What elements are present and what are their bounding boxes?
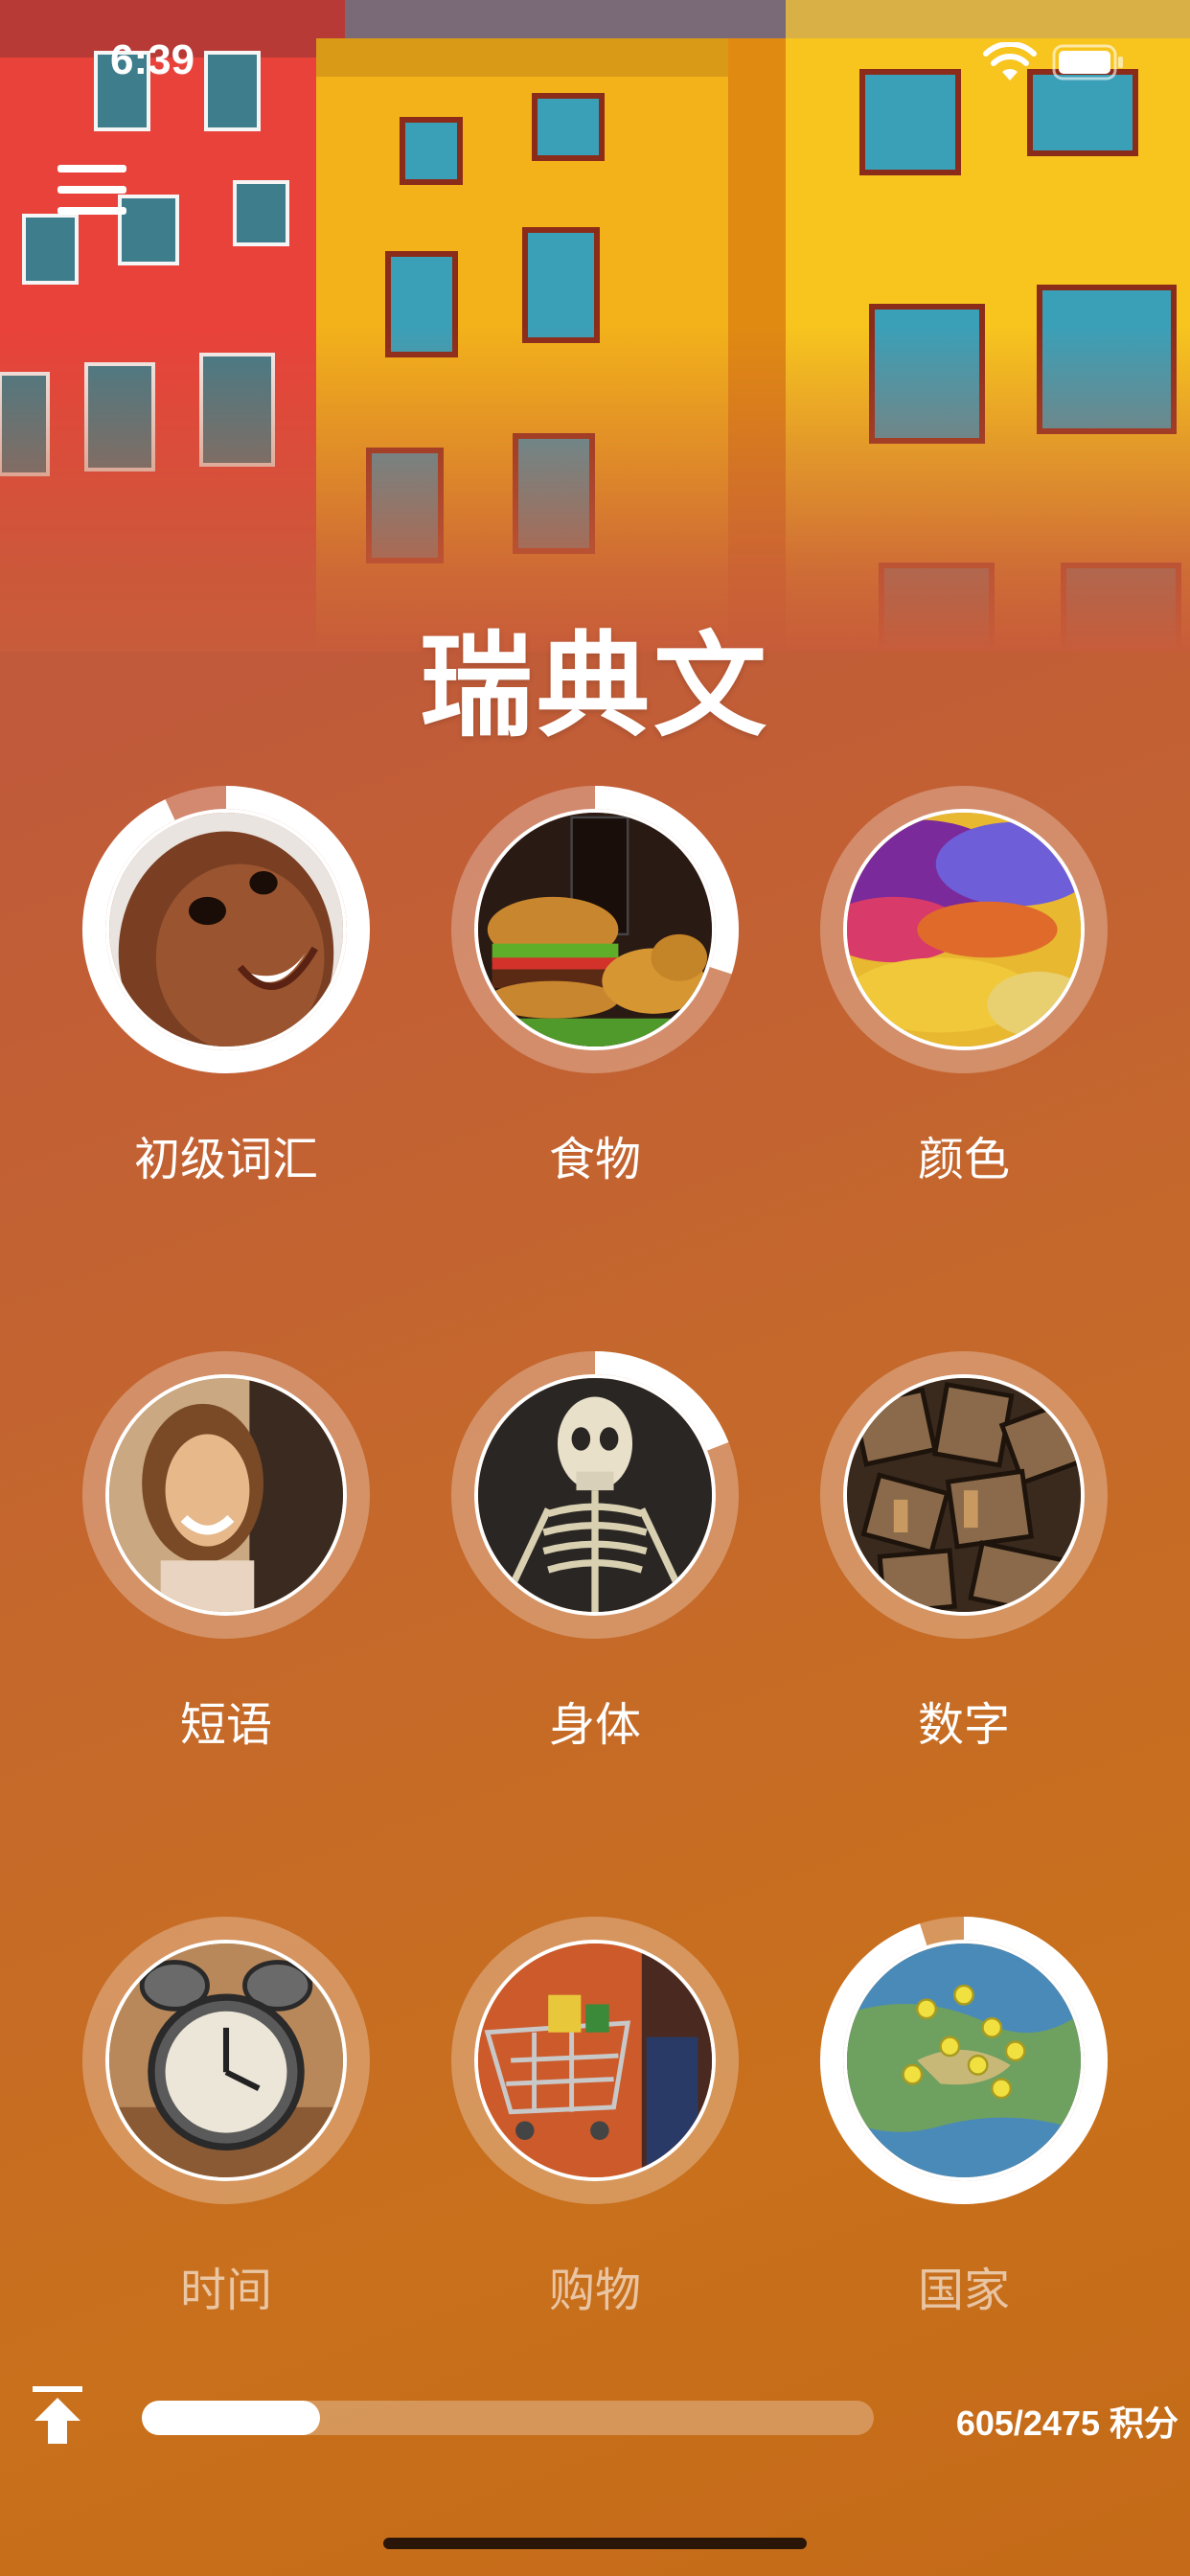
- topic-label: 数字: [917, 1698, 1010, 1752]
- topic-time[interactable]: 时间: [41, 1917, 411, 2415]
- topic-label: 购物: [548, 2264, 641, 2317]
- baby-face-photo-icon: [105, 809, 347, 1050]
- topic-body[interactable]: 身体: [410, 1351, 780, 1850]
- status-bar: 6:39: [0, 0, 1190, 125]
- overall-progress-fill: [142, 2401, 321, 2435]
- topic-label: 食物: [548, 1133, 641, 1186]
- topic-countries[interactable]: 国家: [779, 1917, 1149, 2415]
- battery-icon: [1052, 44, 1123, 80]
- topic-label: 短语: [179, 1698, 272, 1752]
- points-counter: 605/2475 积分: [955, 2404, 1179, 2443]
- topic-label: 身体: [548, 1698, 641, 1752]
- topic-phrases[interactable]: 短语: [41, 1351, 411, 1850]
- page-title: 瑞典文: [419, 620, 770, 752]
- burger-food-photo-icon: [474, 809, 716, 1050]
- topic-basics[interactable]: 初级词汇: [41, 786, 411, 1284]
- topic-label: 国家: [917, 2264, 1010, 2317]
- alarm-clock-photo-icon: [105, 1940, 347, 2181]
- wooden-numbers-photo-icon: [843, 1374, 1085, 1616]
- topic-colors[interactable]: 颜色: [779, 786, 1149, 1284]
- topic-label: 颜色: [917, 1133, 1010, 1186]
- topic-label: 时间: [179, 2264, 272, 2317]
- topic-food[interactable]: 食物: [410, 786, 780, 1284]
- skeleton-photo-icon: [474, 1374, 716, 1616]
- map-pins-photo-icon: [843, 1940, 1085, 2181]
- smiling-woman-photo-icon: [105, 1374, 347, 1616]
- menu-icon[interactable]: [54, 161, 130, 218]
- color-powder-photo-icon: [843, 809, 1085, 1050]
- shopping-cart-photo-icon: [474, 1940, 716, 2181]
- wifi-icon: [983, 42, 1037, 80]
- topic-shopping[interactable]: 购物: [410, 1917, 780, 2415]
- status-time: 6:39: [110, 36, 195, 83]
- topic-numbers[interactable]: 数字: [779, 1351, 1149, 1850]
- home-indicator[interactable]: [383, 2538, 807, 2549]
- topic-label: 初级词汇: [133, 1133, 318, 1186]
- scroll-to-top-icon[interactable]: [29, 2384, 86, 2446]
- overall-progress-bar: [142, 2401, 874, 2435]
